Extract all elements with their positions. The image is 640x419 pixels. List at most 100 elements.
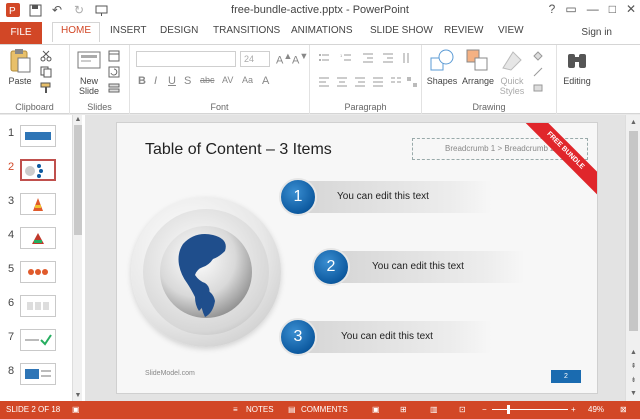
slides-group-label: Slides [87, 102, 112, 112]
shadow-icon[interactable]: S [184, 75, 191, 87]
editor-scrollbar[interactable]: ▲ ▲ ⇞ ⇟ ▼ [625, 115, 640, 401]
spell-check-icon[interactable]: ▣ [72, 405, 80, 414]
zoom-slider[interactable] [492, 409, 568, 410]
reset-icon[interactable] [108, 65, 120, 78]
zoom-out-icon[interactable]: − [482, 405, 487, 414]
slide-thumbnail-7[interactable]: 7 [0, 329, 70, 363]
scroll-up-icon[interactable]: ▲ [628, 347, 639, 358]
ribbon-display-icon[interactable]: ▭ [565, 2, 576, 16]
notes-button[interactable]: NOTES [246, 405, 274, 414]
slide-preview [20, 295, 56, 317]
toc-item-text-3[interactable]: You can edit this text [341, 331, 433, 342]
align-center-icon[interactable] [336, 75, 348, 87]
font-size-field[interactable]: 24 [240, 51, 270, 67]
shapes-button[interactable]: Shapes [426, 48, 458, 86]
font-color-icon[interactable]: A [262, 75, 269, 87]
columns-icon[interactable] [390, 75, 402, 87]
maximize-icon[interactable]: □ [609, 2, 616, 16]
zoom-slider-thumb[interactable] [507, 405, 510, 414]
shape-outline-icon[interactable] [532, 65, 544, 77]
tab-animations[interactable]: ANIMATIONS [291, 25, 352, 36]
scroll-up-icon[interactable]: ▲ [628, 117, 639, 128]
format-painter-icon[interactable] [40, 81, 52, 93]
font-name-field[interactable] [136, 51, 236, 67]
tab-home[interactable]: HOME [52, 22, 100, 42]
slide-thumbnail-6[interactable]: 6 [0, 295, 70, 329]
current-slide[interactable]: Table of Content – 3 Items Breadcrumb 1 … [116, 122, 598, 394]
cut-icon[interactable] [40, 49, 52, 62]
tab-slide-show[interactable]: SLIDE SHOW [370, 25, 433, 36]
shape-fill-icon[interactable] [532, 49, 544, 61]
grow-font-icon[interactable]: A▲ [276, 51, 292, 67]
scroll-down-icon[interactable]: ▼ [628, 388, 639, 399]
align-right-icon[interactable] [354, 75, 366, 87]
slideshow-view-icon[interactable]: ⊡ [459, 405, 466, 414]
decrease-indent-icon[interactable] [362, 51, 374, 63]
tab-insert[interactable]: INSERT [110, 25, 147, 36]
underline-icon[interactable]: U [168, 75, 176, 87]
arrange-button[interactable]: Arrange [460, 48, 496, 86]
slide-preview [20, 363, 56, 385]
minimize-icon[interactable]: — [587, 2, 599, 16]
copy-icon[interactable] [40, 65, 52, 78]
slide-thumbnail-2[interactable]: 2 [0, 159, 70, 193]
tab-view[interactable]: VIEW [498, 25, 524, 36]
layout-icon[interactable] [108, 49, 120, 62]
italic-icon[interactable]: I [154, 75, 157, 87]
comments-icon[interactable]: ▤ [288, 405, 296, 414]
bold-icon[interactable]: B [138, 75, 146, 87]
toc-item-text-1[interactable]: You can edit this text [337, 191, 429, 202]
slides-panel-scrollbar[interactable]: ▲ ▼ [72, 115, 82, 401]
shape-effects-icon[interactable] [532, 81, 544, 93]
slide-thumbnail-8[interactable]: 8 [0, 363, 70, 397]
close-icon[interactable]: ✕ [626, 2, 636, 16]
drawing-group-label: Drawing [472, 102, 506, 112]
reading-view-icon[interactable]: ▥ [430, 405, 438, 414]
scroll-up-icon[interactable]: ▲ [73, 115, 83, 125]
tab-review[interactable]: REVIEW [444, 25, 483, 36]
help-icon[interactable]: ? [549, 2, 556, 16]
slide-thumbnail-4[interactable]: 4 [0, 227, 70, 261]
slide-number: 2 [8, 161, 15, 173]
slide-sorter-icon[interactable]: ⊞ [400, 405, 407, 414]
slide-preview [20, 159, 56, 181]
tab-transitions[interactable]: TRANSITIONS [213, 25, 280, 36]
smartart-icon[interactable] [406, 75, 418, 87]
tab-file[interactable]: FILE [0, 22, 42, 44]
slide-thumbnail-3[interactable]: 3 [0, 193, 70, 227]
notes-icon[interactable]: ≡ [233, 405, 238, 414]
normal-view-icon[interactable]: ▣ [372, 405, 380, 414]
bullets-icon[interactable] [318, 51, 330, 63]
new-slide-button[interactable]: New Slide [74, 48, 104, 96]
slide-thumbnail-1[interactable]: 1 [0, 125, 70, 159]
slide-thumbnail-5[interactable]: 5 [0, 261, 70, 295]
align-left-icon[interactable] [318, 75, 330, 87]
justify-icon[interactable] [372, 75, 384, 87]
scrollbar-thumb[interactable] [629, 131, 638, 331]
char-spacing-icon[interactable]: AV [222, 75, 233, 85]
fit-to-window-icon[interactable]: ⊠ [620, 405, 627, 414]
zoom-in-icon[interactable]: + [571, 405, 576, 414]
section-icon[interactable] [108, 81, 120, 93]
numbering-icon[interactable]: 1 [340, 51, 352, 63]
scrollbar-thumb[interactable] [74, 125, 82, 235]
editing-button[interactable]: Editing [559, 48, 595, 86]
slide-title[interactable]: Table of Content – 3 Items [145, 141, 332, 159]
increase-indent-icon[interactable] [382, 51, 394, 63]
zoom-level[interactable]: 49% [588, 405, 604, 414]
globe-graphic [131, 197, 281, 347]
change-case-icon[interactable]: Aa [242, 75, 253, 85]
scroll-down-icon[interactable]: ▼ [73, 391, 83, 401]
strikethrough-icon[interactable]: abc [200, 75, 215, 85]
previous-slide-icon[interactable]: ⇞ [628, 361, 639, 372]
comments-button[interactable]: COMMENTS [301, 405, 348, 414]
tab-design[interactable]: DESIGN [160, 25, 198, 36]
text-direction-icon[interactable] [402, 51, 414, 63]
quick-styles-label: Quick [500, 76, 524, 86]
toc-item-text-2[interactable]: You can edit this text [372, 261, 464, 272]
sign-in-link[interactable]: Sign in [581, 27, 612, 38]
paste-button[interactable]: Paste [6, 48, 34, 86]
quick-styles-button[interactable]: Quick Styles [498, 48, 526, 96]
next-slide-icon[interactable]: ⇟ [628, 375, 639, 386]
shrink-font-icon[interactable]: A▼ [292, 51, 308, 67]
